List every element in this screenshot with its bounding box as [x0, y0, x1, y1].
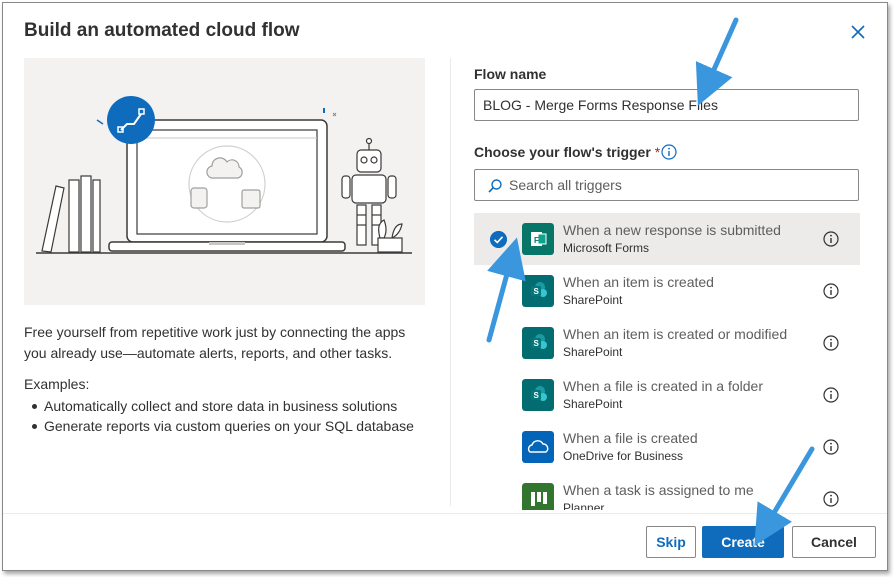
trigger-name: When a file is created in a folder — [563, 378, 763, 394]
trigger-label-text: Choose your flow's trigger — [474, 144, 651, 160]
trigger-option-sharepoint-file-created[interactable]: S When a file is created in a folder Sha… — [474, 369, 860, 421]
flow-badge — [107, 96, 155, 144]
flow-name-input[interactable] — [474, 89, 859, 121]
trigger-option-planner-task-assigned[interactable]: When a task is assigned to me Planner — [474, 473, 860, 510]
plant-icon — [377, 219, 403, 253]
trigger-app: Planner — [563, 501, 605, 510]
trigger-name: When a new response is submitted — [563, 222, 781, 238]
trigger-option-sharepoint-item-created[interactable]: S When an item is created SharePoint — [474, 265, 860, 317]
search-icon — [488, 179, 502, 193]
trigger-option-sharepoint-item-created-or-modified[interactable]: S When an item is created or modified Sh… — [474, 317, 860, 369]
flow-name-label: Flow name — [474, 66, 547, 82]
onedrive-icon — [522, 431, 554, 463]
robot-icon — [341, 137, 397, 246]
trigger-name: When an item is created or modified — [563, 326, 788, 342]
info-icon[interactable] — [823, 231, 839, 247]
trigger-name: When a task is assigned to me — [563, 482, 754, 498]
books-icon — [41, 175, 101, 253]
trigger-label: Choose your flow's trigger * — [474, 144, 660, 160]
forms-icon: F — [522, 223, 554, 255]
sharepoint-icon: S — [522, 275, 554, 307]
info-icon[interactable] — [823, 283, 839, 299]
laptop-illustration — [36, 96, 412, 254]
trigger-list: F When a new response is submitted Micro… — [474, 213, 860, 510]
checkmark-icon — [490, 231, 507, 248]
trigger-app: SharePoint — [563, 397, 623, 411]
trigger-option-forms-new-response[interactable]: F When a new response is submitted Micro… — [474, 213, 860, 265]
trigger-app: OneDrive for Business — [563, 449, 684, 463]
trigger-app: SharePoint — [563, 345, 623, 359]
examples-list: Automatically collect and store data in … — [24, 396, 414, 436]
info-icon[interactable] — [661, 144, 677, 160]
cancel-button[interactable]: Cancel — [792, 526, 876, 558]
trigger-name: When an item is created — [563, 274, 714, 290]
trigger-name: When a file is created — [563, 430, 698, 446]
trigger-search-input[interactable] — [509, 171, 849, 199]
create-button[interactable]: Create — [702, 526, 784, 558]
svg-text:S: S — [534, 391, 540, 400]
info-icon[interactable] — [823, 335, 839, 351]
trigger-app: Microsoft Forms — [563, 241, 650, 255]
trigger-option-onedrive-file-created[interactable]: When a file is created OneDrive for Busi… — [474, 421, 860, 473]
trigger-app: SharePoint — [563, 293, 623, 307]
footer-divider — [3, 513, 887, 514]
dialog-title: Build an automated cloud flow — [24, 20, 300, 41]
info-icon[interactable] — [823, 439, 839, 455]
close-icon[interactable] — [849, 23, 867, 41]
build-flow-dialog: Build an automated cloud flow Free yours… — [2, 2, 888, 571]
dialog-description: Free yourself from repetitive work just … — [24, 324, 406, 361]
svg-text:S: S — [534, 287, 540, 296]
svg-text:S: S — [534, 339, 540, 348]
table-icon — [241, 189, 261, 209]
skip-button[interactable]: Skip — [646, 526, 696, 558]
trigger-search-box[interactable] — [474, 169, 859, 201]
svg-text:F: F — [534, 236, 539, 245]
info-icon[interactable] — [823, 491, 839, 507]
flow-illustration — [24, 58, 425, 305]
sharepoint-icon: S — [522, 327, 554, 359]
vertical-divider — [450, 58, 451, 506]
example-item: Automatically collect and store data in … — [24, 396, 414, 416]
sharepoint-icon: S — [522, 379, 554, 411]
info-icon[interactable] — [823, 387, 839, 403]
examples-title: Examples: — [24, 376, 90, 392]
planner-icon — [522, 483, 554, 510]
required-mark: * — [654, 144, 661, 160]
database-icon — [190, 187, 208, 209]
example-item: Generate reports via custom queries on y… — [24, 416, 414, 436]
